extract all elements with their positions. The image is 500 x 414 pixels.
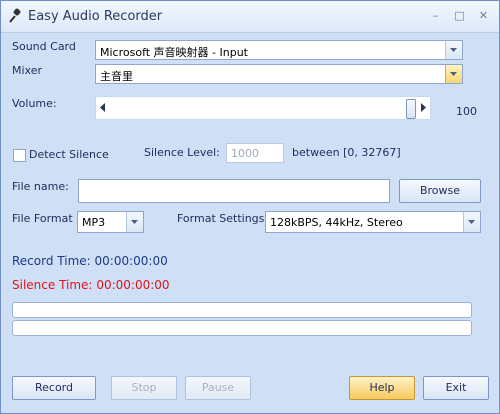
sound-card-select[interactable]: Microsoft 声音映射器 - Input — [95, 40, 463, 60]
minimize-button[interactable]: – — [429, 10, 442, 22]
restore-button[interactable]: □ — [453, 10, 466, 22]
chevron-down-icon — [131, 220, 138, 224]
file-name-label: File name: — [12, 180, 69, 193]
pause-button[interactable]: Pause — [185, 376, 251, 400]
silence-time-label: Silence Time: — [12, 278, 93, 292]
record-time-label: Record Time: — [12, 254, 91, 268]
silence-level-range: between [0, 32767] — [292, 146, 401, 159]
help-button[interactable]: Help — [349, 376, 415, 400]
format-settings-dropdown[interactable] — [463, 212, 480, 232]
format-settings-label: Format Settings — [177, 212, 265, 225]
record-progress-bar — [12, 302, 472, 318]
volume-slider-thumb[interactable] — [406, 99, 416, 119]
sound-card-dropdown[interactable] — [445, 41, 462, 59]
detect-silence-label: Detect Silence — [29, 148, 109, 161]
silence-progress-bar — [12, 320, 472, 336]
browse-button[interactable]: Browse — [399, 179, 481, 203]
mixer-dropdown[interactable] — [445, 65, 462, 83]
app-window: Easy Audio Recorder – □ ✕ Sound Card Mic… — [0, 0, 500, 414]
format-settings-select[interactable]: 128kBPS, 44kHz, Stereo — [265, 211, 481, 233]
silence-level-value: 1000 — [231, 147, 259, 160]
sound-card-value: Microsoft 声音映射器 - Input — [100, 46, 249, 59]
silence-level-label: Silence Level: — [144, 146, 220, 159]
format-settings-value: 128kBPS, 44kHz, Stereo — [270, 216, 403, 229]
file-format-value: MP3 — [82, 216, 106, 229]
title-bar: Easy Audio Recorder – □ ✕ — [1, 1, 499, 33]
record-time-value: 00:00:00:00 — [94, 254, 168, 268]
silence-level-input[interactable]: 1000 — [226, 143, 284, 163]
file-format-select[interactable]: MP3 — [77, 211, 144, 233]
microphone-icon — [9, 8, 21, 23]
arrow-left-icon[interactable] — [100, 103, 105, 112]
file-name-input[interactable] — [78, 179, 390, 203]
close-button[interactable]: ✕ — [477, 10, 490, 22]
record-button[interactable]: Record — [12, 376, 96, 400]
chevron-down-icon — [450, 72, 457, 76]
chevron-down-icon — [468, 220, 475, 224]
file-format-dropdown[interactable] — [126, 212, 143, 232]
mixer-select[interactable]: 主音里 — [95, 64, 463, 84]
arrow-right-icon[interactable] — [421, 103, 426, 112]
stop-button[interactable]: Stop — [111, 376, 177, 400]
file-format-label: File Format — [12, 212, 73, 225]
chevron-down-icon — [450, 48, 457, 52]
silence-time-readout: Silence Time: 00:00:00:00 — [12, 278, 170, 292]
silence-time-value: 00:00:00:00 — [96, 278, 170, 292]
volume-label: Volume: — [12, 97, 57, 110]
mixer-label: Mixer — [12, 64, 43, 77]
exit-button[interactable]: Exit — [423, 376, 489, 400]
sound-card-label: Sound Card — [12, 40, 76, 53]
window-title: Easy Audio Recorder — [28, 9, 163, 24]
volume-value: 100 — [456, 105, 477, 118]
mixer-value: 主音里 — [100, 70, 133, 83]
record-time-readout: Record Time: 00:00:00:00 — [12, 254, 168, 268]
detect-silence-checkbox[interactable] — [13, 149, 26, 162]
volume-slider[interactable] — [95, 96, 431, 120]
